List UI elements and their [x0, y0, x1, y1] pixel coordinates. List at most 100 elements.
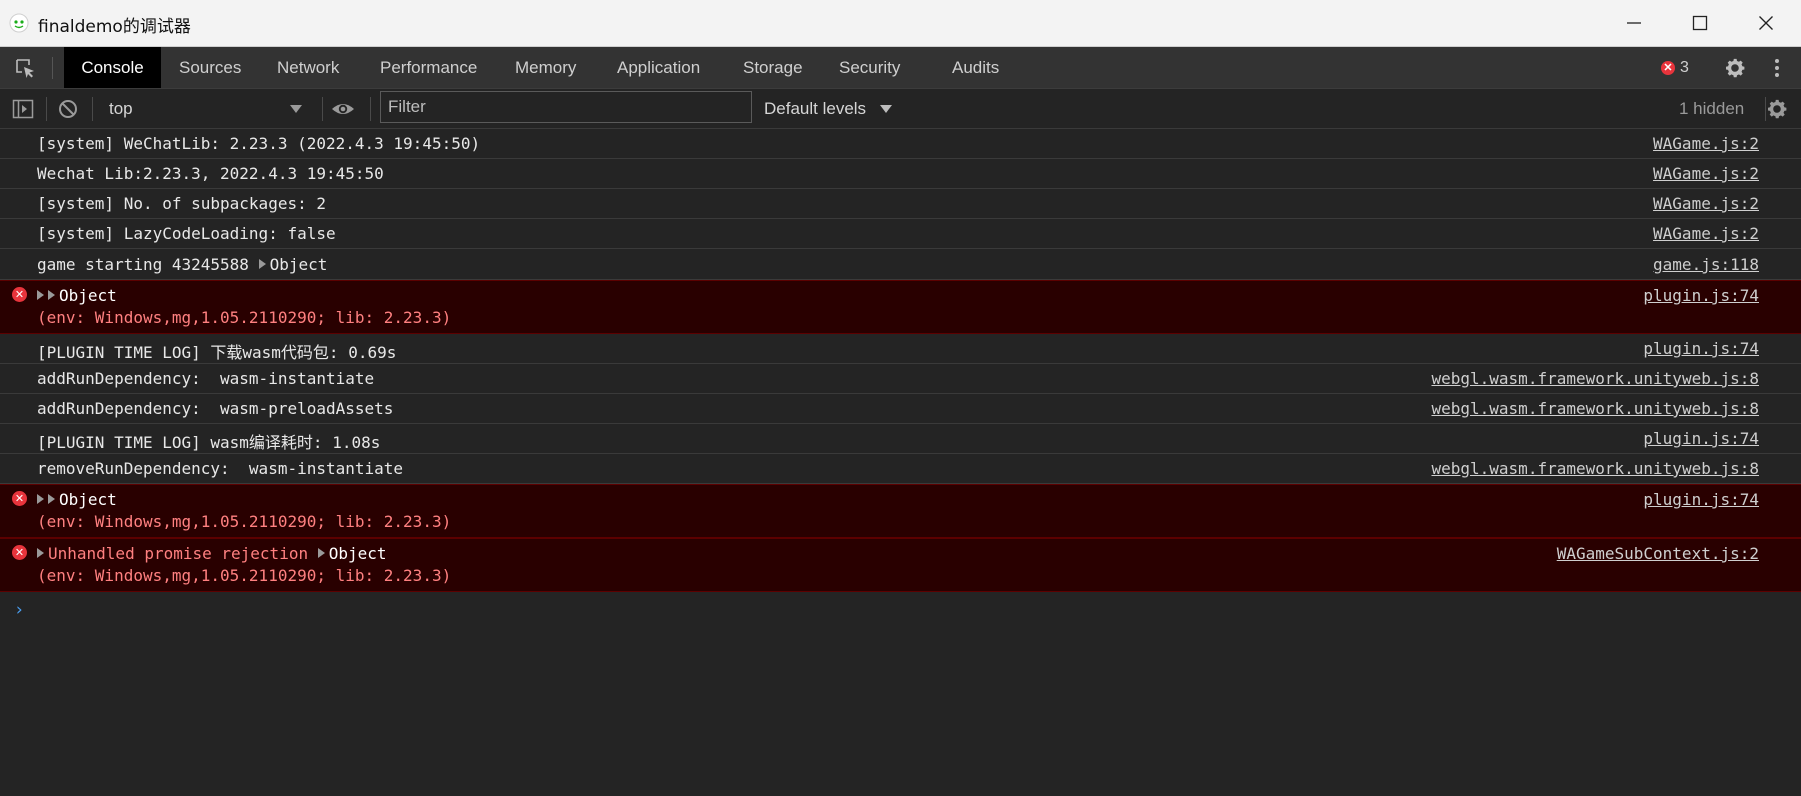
console-error-message: ✕ Unhandled promise rejection Object (en… [0, 538, 1801, 592]
message-text: Object [37, 490, 117, 509]
tab-console[interactable]: Console [64, 47, 161, 88]
console-filter-bar: top Default levels 1 hidden [0, 89, 1801, 129]
message-text: game starting 43245588 Object [37, 255, 327, 274]
console-message: Wechat Lib:2.23.3, 2022.4.3 19:45:50 WAG… [0, 159, 1801, 189]
object-preview[interactable]: Object [59, 490, 117, 509]
message-source-link[interactable]: webgl.wasm.framework.unityweb.js:8 [1431, 459, 1759, 478]
message-text: Object [37, 286, 117, 305]
message-env-text: (env: Windows,mg,1.05.2110290; lib: 2.23… [37, 566, 452, 585]
wechat-devtools-icon [9, 13, 29, 33]
context-label: top [109, 99, 133, 118]
close-button[interactable] [1733, 0, 1799, 47]
expand-triangle-icon[interactable] [37, 290, 44, 300]
message-source-link[interactable]: webgl.wasm.framework.unityweb.js:8 [1431, 369, 1759, 388]
tab-storage[interactable]: Storage [743, 47, 803, 88]
error-counter[interactable]: ✕ 3 [1661, 58, 1689, 78]
console-message: game starting 43245588 Object game.js:11… [0, 249, 1801, 280]
filter-separator [322, 97, 323, 121]
expand-triangle-icon[interactable] [258, 259, 266, 269]
expand-triangle-icon[interactable] [48, 494, 55, 504]
error-count: 3 [1680, 59, 1689, 76]
error-icon: ✕ [1661, 61, 1675, 75]
message-source-link[interactable]: plugin.js:74 [1643, 429, 1759, 448]
log-levels-dropdown[interactable]: Default levels [764, 95, 892, 122]
window-title-bar: finaldemo的调试器 [0, 0, 1801, 47]
message-source-link[interactable]: WAGameSubContext.js:2 [1557, 544, 1759, 563]
tab-memory[interactable]: Memory [515, 47, 576, 88]
message-source-link[interactable]: plugin.js:74 [1643, 339, 1759, 358]
sidebar-toggle-icon[interactable] [12, 98, 34, 120]
log-levels-label: Default levels [764, 99, 867, 118]
message-text: removeRunDependency: wasm-instantiate [37, 459, 404, 478]
console-output: [system] WeChatLib: 2.23.3 (2022.4.3 19:… [0, 129, 1801, 796]
console-message: [system] No. of subpackages: 2 WAGame.js… [0, 189, 1801, 219]
chevron-down-icon [290, 105, 302, 113]
message-source-link[interactable]: WAGame.js:2 [1653, 134, 1759, 153]
filter-separator [46, 97, 47, 121]
message-text: [system] WeChatLib: 2.23.3 (2022.4.3 19:… [37, 134, 481, 153]
chevron-down-icon [880, 105, 892, 113]
message-text: [PLUGIN TIME LOG] wasm编译耗时: 1.08s [37, 433, 381, 452]
console-message: [system] WeChatLib: 2.23.3 (2022.4.3 19:… [0, 129, 1801, 159]
message-source-link[interactable]: game.js:118 [1653, 255, 1759, 274]
eye-icon[interactable] [331, 98, 355, 120]
message-text: Unhandled promise rejection Object [37, 544, 387, 563]
minimize-button[interactable] [1601, 0, 1667, 47]
tab-application[interactable]: Application [617, 47, 700, 88]
filter-separator [370, 97, 371, 121]
error-icon: ✕ [12, 491, 27, 506]
console-message: [PLUGIN TIME LOG] wasm编译耗时: 1.08s plugin… [0, 424, 1801, 454]
console-error-message: ✕ Object (env: Windows,mg,1.05.2110290; … [0, 484, 1801, 538]
console-message: addRunDependency: wasm-instantiate webgl… [0, 364, 1801, 394]
message-env-text: (env: Windows,mg,1.05.2110290; lib: 2.23… [37, 512, 452, 531]
expand-triangle-icon[interactable] [37, 548, 44, 558]
tab-separator [52, 57, 53, 79]
message-text: [system] No. of subpackages: 2 [37, 194, 326, 213]
hidden-messages-count: 1 hidden [1679, 99, 1745, 118]
message-env-text: (env: Windows,mg,1.05.2110290; lib: 2.23… [37, 308, 452, 327]
object-preview[interactable]: Object [59, 286, 117, 305]
message-text: [system] LazyCodeLoading: false [37, 224, 336, 243]
tab-network[interactable]: Network [277, 47, 339, 88]
message-source-link[interactable]: WAGame.js:2 [1653, 224, 1759, 243]
tab-performance[interactable]: Performance [380, 47, 477, 88]
message-text: addRunDependency: wasm-preloadAssets [37, 399, 394, 418]
message-source-link[interactable]: WAGame.js:2 [1653, 164, 1759, 183]
console-message: removeRunDependency: wasm-instantiate we… [0, 454, 1801, 484]
filter-input[interactable] [380, 91, 752, 123]
console-message: addRunDependency: wasm-preloadAssets web… [0, 394, 1801, 424]
expand-triangle-icon[interactable] [317, 548, 325, 558]
message-text: [PLUGIN TIME LOG] 下载wasm代码包: 0.69s [37, 343, 397, 362]
minimize-icon [1627, 22, 1641, 24]
object-preview[interactable]: Object [270, 255, 328, 274]
tab-sources[interactable]: Sources [179, 47, 241, 88]
message-source-link[interactable]: WAGame.js:2 [1653, 194, 1759, 213]
kebab-icon[interactable] [1771, 57, 1783, 79]
clear-console-icon[interactable] [57, 98, 79, 120]
message-text: addRunDependency: wasm-instantiate [37, 369, 375, 388]
tab-security[interactable]: Security [839, 47, 900, 88]
console-message: [system] LazyCodeLoading: false WAGame.j… [0, 219, 1801, 249]
console-settings-gear-icon[interactable] [1765, 97, 1789, 121]
console-prompt-icon[interactable]: › [14, 600, 24, 620]
tab-audits[interactable]: Audits [952, 47, 999, 88]
console-error-message: ✕ Object (env: Windows,mg,1.05.2110290; … [0, 280, 1801, 334]
context-selector[interactable]: top [100, 95, 306, 122]
message-source-link[interactable]: webgl.wasm.framework.unityweb.js:8 [1431, 399, 1759, 418]
close-icon [1759, 16, 1773, 30]
expand-triangle-icon[interactable] [48, 290, 55, 300]
devtools-tab-bar: Console Sources Network Performance Memo… [0, 47, 1801, 89]
object-preview[interactable]: Object [329, 544, 387, 563]
window-title: finaldemo的调试器 [38, 17, 191, 37]
error-icon: ✕ [12, 287, 27, 302]
filter-separator [92, 97, 93, 121]
gear-icon[interactable] [1723, 56, 1747, 80]
maximize-button[interactable] [1667, 0, 1733, 47]
message-source-link[interactable]: plugin.js:74 [1643, 286, 1759, 305]
message-text: Wechat Lib:2.23.3, 2022.4.3 19:45:50 [37, 164, 384, 183]
error-icon: ✕ [12, 545, 27, 560]
expand-triangle-icon[interactable] [37, 494, 44, 504]
message-source-link[interactable]: plugin.js:74 [1643, 490, 1759, 509]
rejection-text: Unhandled promise rejection [48, 544, 309, 563]
inspect-element-icon[interactable] [14, 57, 36, 79]
